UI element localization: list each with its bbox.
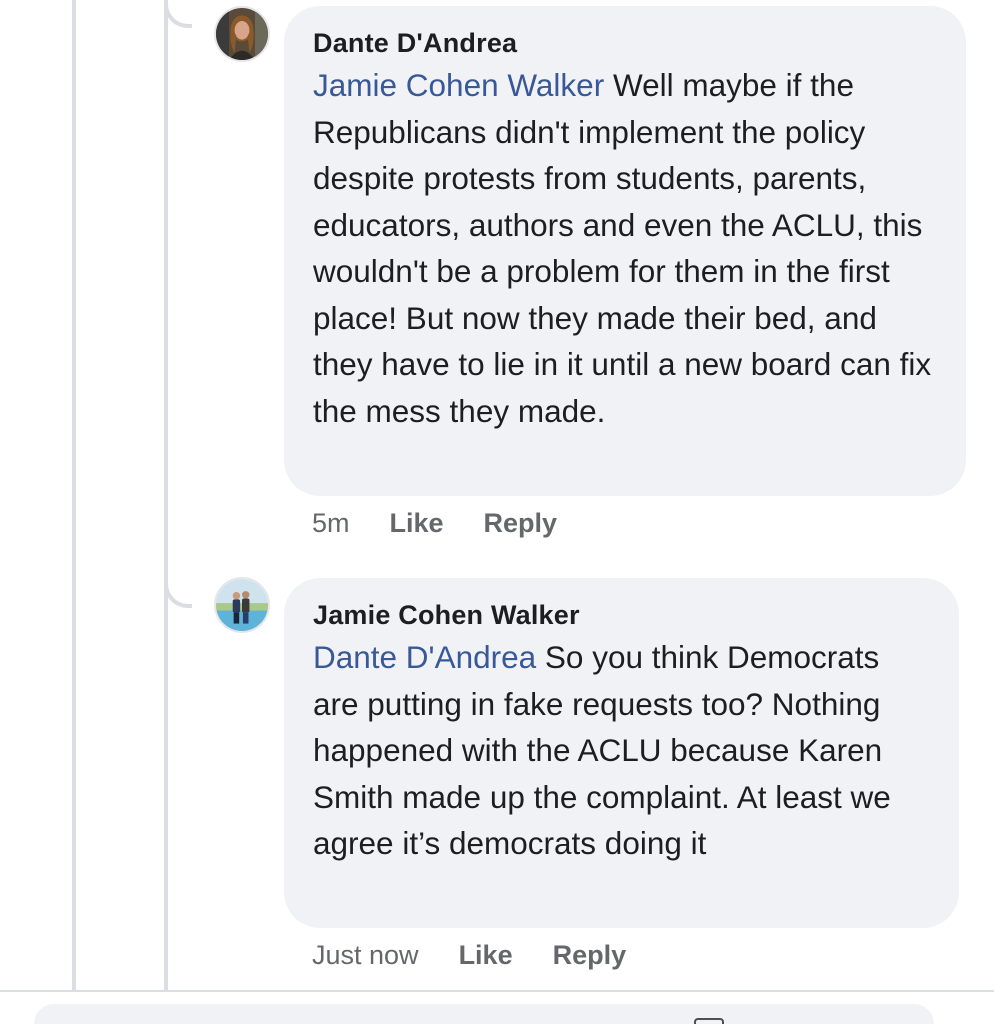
avatar[interactable]: [214, 6, 270, 62]
thread-line-outer: [72, 0, 76, 992]
reply-button[interactable]: Reply: [484, 508, 558, 539]
comment-bubble: Dante D'Andrea Jamie Cohen Walker Well m…: [284, 6, 966, 496]
thread-line-inner: [164, 0, 168, 992]
comment-bubble: Jamie Cohen Walker Dante D'Andrea So you…: [284, 578, 959, 928]
comment-time[interactable]: Just now: [312, 940, 419, 971]
mention-link[interactable]: Jamie Cohen Walker: [313, 67, 604, 103]
avatar-photo: [216, 579, 268, 631]
comment-text: Jamie Cohen Walker Well maybe if the Rep…: [313, 62, 938, 434]
camera-icon[interactable]: [694, 1018, 724, 1024]
mention-link[interactable]: Dante D'Andrea: [313, 639, 536, 675]
avatar[interactable]: [214, 577, 270, 633]
like-button[interactable]: Like: [390, 508, 444, 539]
thread-connector: [164, 0, 192, 28]
comment-input[interactable]: [34, 1004, 934, 1024]
comment-actions: Just now Like Reply: [312, 940, 666, 971]
comment-time[interactable]: 5m: [312, 508, 350, 539]
comment-author[interactable]: Dante D'Andrea: [313, 28, 938, 58]
comment-actions: 5m Like Reply: [312, 508, 597, 539]
comment-text: Dante D'Andrea So you think Democrats ar…: [313, 634, 931, 867]
comment-body: Well maybe if the Republicans didn't imp…: [313, 67, 932, 429]
thread-connector: [164, 580, 192, 608]
comment-thread: Dante D'Andrea Jamie Cohen Walker Well m…: [0, 0, 994, 1024]
avatar-photo: [216, 8, 268, 60]
like-button[interactable]: Like: [459, 940, 513, 971]
comment-author[interactable]: Jamie Cohen Walker: [313, 600, 931, 630]
reply-button[interactable]: Reply: [553, 940, 627, 971]
